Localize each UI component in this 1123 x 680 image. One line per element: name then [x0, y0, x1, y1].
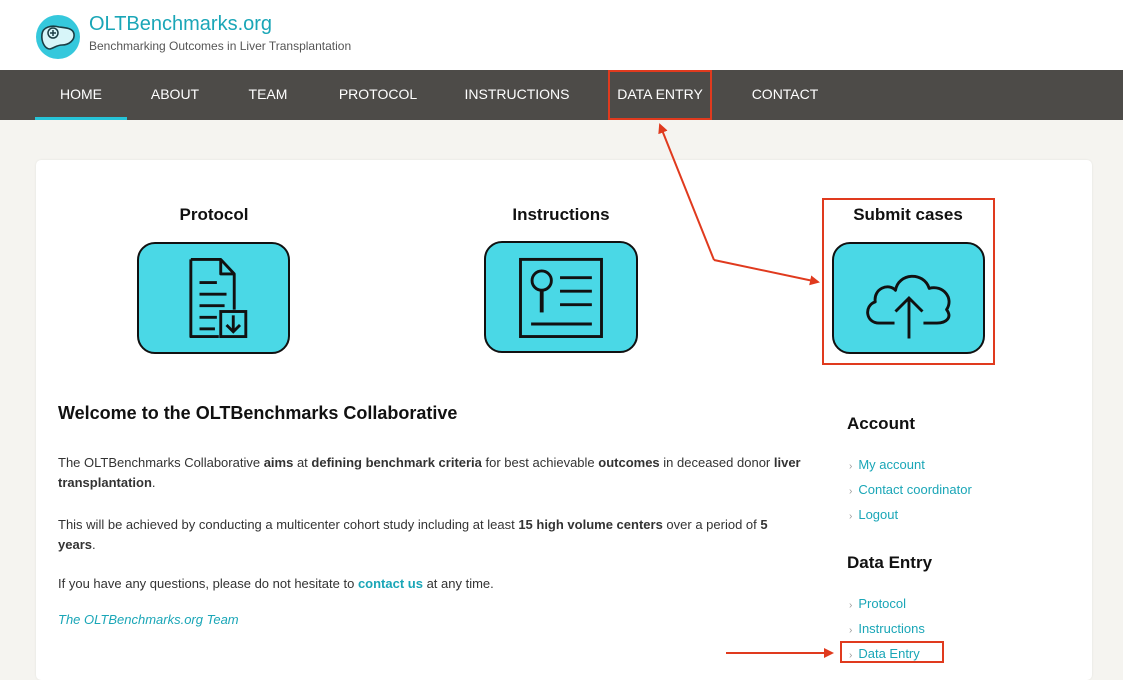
account-heading: Account	[847, 414, 915, 433]
instructions-link[interactable]: › Instructions	[849, 621, 925, 636]
chevron-right-icon: ›	[849, 486, 853, 497]
welcome-heading: Welcome to the OLTBenchmarks Collaborati…	[58, 403, 458, 423]
annotation-box-sidebar-data-entry	[840, 641, 944, 663]
nav-team[interactable]: TEAM	[238, 70, 298, 120]
study-bold-centers: 15 high volume centers	[518, 517, 663, 532]
study-text: .	[91, 537, 96, 552]
chevron-right-icon: ›	[849, 461, 853, 472]
annotation-box-nav-data-entry	[608, 70, 712, 120]
logout-link[interactable]: › Logout	[849, 507, 898, 522]
nav-protocol[interactable]: PROTOCOL	[330, 70, 426, 120]
nav-about[interactable]: ABOUT	[142, 70, 208, 120]
study-text: over a period of	[662, 517, 761, 532]
contact-us-link[interactable]: contact us	[358, 576, 423, 591]
protocol-link[interactable]: › Protocol	[849, 596, 906, 611]
intro-text: at	[293, 455, 312, 470]
intro-bold-aims: aims	[263, 455, 294, 470]
contact-text: at any time.	[422, 576, 494, 591]
chevron-right-icon: ›	[849, 625, 853, 636]
site-tagline: Benchmarking Outcomes in Liver Transplan…	[89, 39, 352, 53]
nav-home[interactable]: HOME	[35, 70, 127, 120]
intro-bold-criteria: defining benchmark criteria	[311, 455, 482, 470]
contact-coordinator-link[interactable]: › Contact coordinator	[849, 482, 972, 497]
link-label: My account	[858, 457, 925, 472]
annotation-box-submit-cases	[822, 198, 995, 365]
search-document-icon	[519, 257, 603, 338]
instructions-tile-button[interactable]	[484, 241, 638, 353]
study-text: This will be achieved by conducting a mu…	[58, 517, 519, 532]
chevron-right-icon: ›	[849, 600, 853, 611]
my-account-link[interactable]: › My account	[849, 457, 925, 472]
link-label: Protocol	[858, 596, 907, 611]
intro-text: for best achievable	[481, 455, 599, 470]
nav-instructions[interactable]: INSTRUCTIONS	[456, 70, 578, 120]
tile-title-instructions[interactable]: Instructions	[481, 205, 641, 225]
site-name[interactable]: OLTBenchmarks.org	[89, 13, 272, 36]
link-label: Contact coordinator	[858, 482, 972, 497]
contact-paragraph: If you have any questions, please do not…	[58, 574, 808, 594]
intro-text: in deceased donor	[659, 455, 774, 470]
study-paragraph: This will be achieved by conducting a mu…	[58, 515, 808, 555]
contact-text: If you have any questions, please do not…	[58, 576, 358, 591]
data-entry-heading: Data Entry	[847, 553, 933, 572]
intro-text: The OLTBenchmarks Collaborative	[58, 455, 264, 470]
intro-text: .	[151, 475, 156, 490]
intro-paragraph: The OLTBenchmarks Collaborative aims at …	[58, 453, 808, 493]
link-label: Instructions	[858, 621, 925, 636]
link-label: Logout	[858, 507, 899, 522]
nav-contact[interactable]: CONTACT	[742, 70, 828, 120]
tile-title-protocol[interactable]: Protocol	[134, 205, 294, 225]
main-nav: HOME ABOUT TEAM PROTOCOL INSTRUCTIONS DA…	[0, 70, 1123, 120]
team-signature: The OLTBenchmarks.org Team	[58, 612, 239, 627]
site-header: OLTBenchmarks.org Benchmarking Outcomes …	[0, 0, 1123, 70]
document-download-icon	[189, 257, 248, 339]
protocol-tile-button[interactable]	[137, 242, 290, 354]
chevron-right-icon: ›	[849, 511, 853, 522]
liver-logo-icon[interactable]	[35, 14, 81, 60]
intro-bold-outcomes: outcomes	[598, 455, 660, 470]
